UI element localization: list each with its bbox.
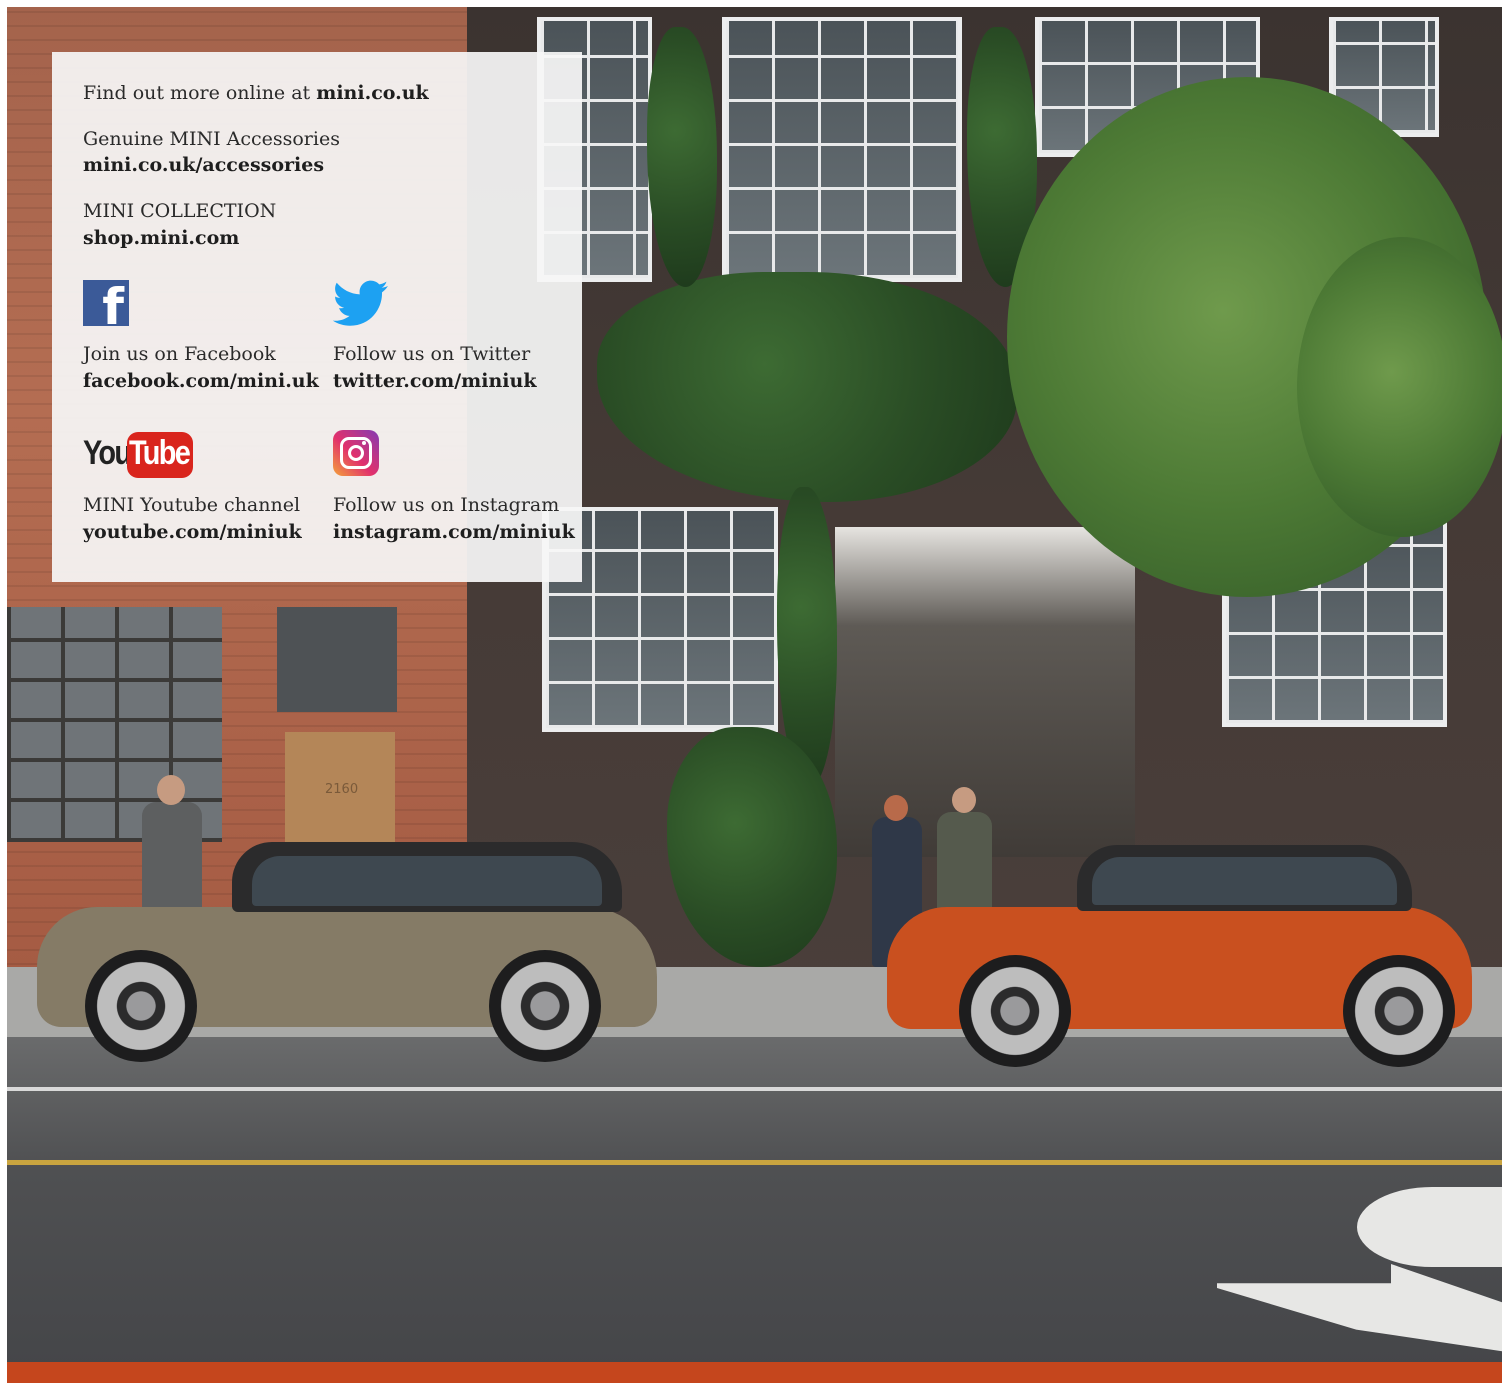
twitter-bird-icon[interactable] [333,280,389,328]
upper-window [722,17,962,282]
tree-canopy [1297,237,1502,537]
intro-text: Find out more online at [83,82,317,104]
facebook-label: Join us on Facebook [83,343,276,365]
youtube-logo-box: Tube [127,432,193,478]
mini-website-link[interactable]: mini.co.uk [316,82,428,104]
instagram-icon-dot [362,441,366,445]
person-head [157,775,185,805]
youtube-logo-you: You [83,434,132,472]
car-wheel [85,950,197,1062]
twitter-link[interactable]: twitter.com/miniuk [333,368,537,394]
accessories-link[interactable]: mini.co.uk/accessories [83,152,324,178]
facebook-link[interactable]: facebook.com/mini.uk [83,368,319,394]
wooden-door: 2160 [285,732,395,852]
collection-link[interactable]: shop.mini.com [83,225,239,251]
instagram-label: Follow us on Instagram [333,494,560,516]
youtube-logo-tube: Tube [129,434,191,472]
door-number: 2160 [325,782,359,797]
instagram-icon[interactable] [333,430,379,476]
youtube-label: MINI Youtube channel [83,494,301,516]
instagram-link[interactable]: instagram.com/miniuk [333,519,575,545]
brick-window [277,607,397,712]
footer-accent-bar [7,1362,1502,1383]
twitter-label: Follow us on Twitter [333,343,531,365]
collection-label: MINI COLLECTION [83,200,277,222]
car-window [252,856,602,906]
youtube-logo[interactable]: You Tube [83,432,195,478]
online-links-panel: Find out more online at mini.co.uk Genui… [52,52,582,582]
mini-five-door-car [37,842,657,1062]
center-line [7,1160,1502,1165]
intro-line: Find out more online at mini.co.uk [83,80,429,106]
facebook-glyph: f [102,280,124,326]
car-window [1092,857,1397,905]
facebook-icon[interactable]: f [83,280,129,326]
instagram-icon-lens [348,445,364,461]
person-head [884,795,908,821]
car-wheel [959,955,1071,1067]
brochure-page: 2160 Find out more online at mini.co.uk … [7,7,1502,1383]
lane-line [7,1087,1502,1091]
accessories-label: Genuine MINI Accessories [83,128,340,150]
shop-doorway [835,527,1135,857]
mini-three-door-car [887,845,1472,1067]
road-marking [1357,1187,1502,1267]
car-wheel [1343,955,1455,1067]
car-wheel [489,950,601,1062]
youtube-link[interactable]: youtube.com/miniuk [83,519,302,545]
person-head [952,787,976,813]
